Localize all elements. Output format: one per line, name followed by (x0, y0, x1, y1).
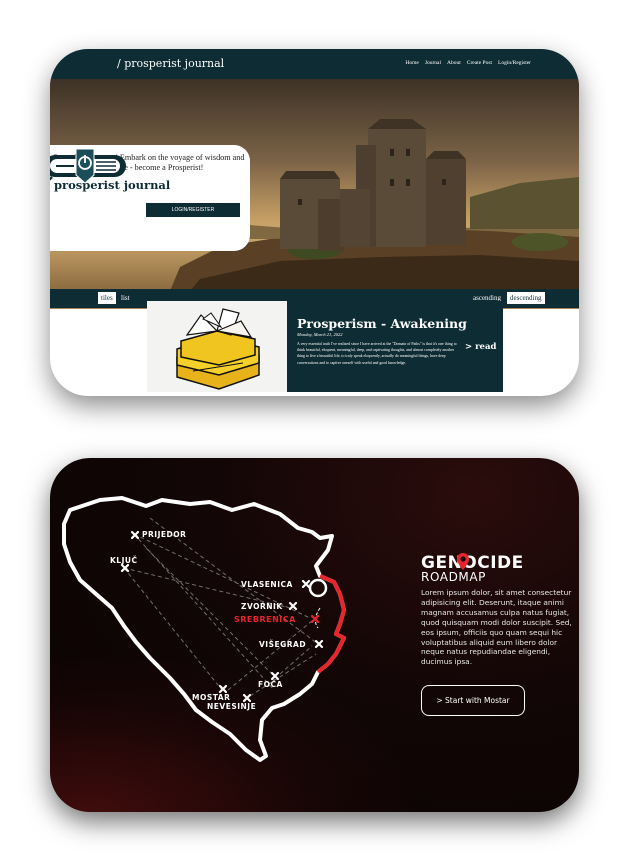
list-view-button[interactable]: list (118, 292, 133, 304)
marker-zvornik-icon (288, 601, 298, 611)
city-vlasenica[interactable]: VLASENICA (241, 580, 293, 589)
roadmap-subtitle: ROADMAP (421, 570, 487, 584)
marker-kljuc-icon (120, 563, 130, 573)
city-visegrad[interactable]: VIŠEGRAD (259, 640, 306, 649)
marker-vlasenica-icon (301, 579, 311, 589)
book-power-logo-icon (50, 148, 126, 184)
marker-nevesinje-icon (242, 693, 252, 703)
prosperist-journal-card: / prosperist journal Home Journal About … (50, 49, 579, 396)
brand-link[interactable]: / prosperist journal (117, 57, 224, 70)
nav-about[interactable]: About (447, 60, 461, 66)
city-mostar[interactable]: MOSTAR (192, 693, 230, 702)
marker-visegrad-icon (314, 639, 324, 649)
post-title[interactable]: Prosperism - Awakening (297, 316, 467, 331)
nav-home[interactable]: Home (405, 60, 418, 66)
location-pin-icon (308, 578, 328, 598)
start-with-mostar-button[interactable]: > Start with Mostar (421, 685, 525, 716)
marker-srebrenica-icon (310, 614, 320, 624)
city-prijedor[interactable]: PRIJEDOR (142, 530, 186, 539)
post-thumbnail (147, 301, 287, 392)
post-date: Monday, March 21, 2022 (297, 332, 343, 337)
eastern-border-highlight (316, 574, 346, 674)
city-zvornik[interactable]: ZVORNIK (241, 602, 283, 611)
intro-card: Peace be upon you! Embark on the voyage … (50, 145, 250, 251)
post-card[interactable]: Prosperism - Awakening Monday, March 21,… (147, 301, 503, 392)
sort-descending-button[interactable]: descending (507, 292, 545, 304)
login-register-button[interactable]: LOGIN/REGISTER (146, 203, 240, 217)
post-excerpt: A very essential truth I've realized sin… (297, 342, 457, 365)
marker-foca-icon (270, 671, 280, 681)
city-foca[interactable]: FOČA (258, 680, 283, 689)
genocide-roadmap-card: PRIJEDOR KLJUČ VLASENICA ZVORNIK SREBREN… (50, 458, 579, 812)
tiles-view-button[interactable]: tiles (98, 292, 116, 304)
top-navbar: / prosperist journal Home Journal About … (50, 49, 579, 79)
read-more-link[interactable]: > read (465, 342, 496, 352)
nav-create-post[interactable]: Create Post (467, 60, 492, 66)
map-pin-icon (457, 553, 469, 570)
roadmap-description: Lorem ipsum dolor, sit amet consectetur … (421, 588, 572, 667)
nav-journal[interactable]: Journal (425, 60, 441, 66)
route-lines (123, 517, 319, 697)
hero-banner: Peace be upon you! Embark on the voyage … (50, 79, 579, 309)
nav-menu: Home Journal About Create Post Login/Reg… (405, 60, 531, 66)
country-outline (62, 496, 346, 762)
book-stack-icon (176, 308, 260, 390)
city-kljuc[interactable]: KLJUČ (110, 556, 137, 565)
city-srebrenica[interactable]: SREBRENICA (234, 615, 296, 624)
nav-login-register[interactable]: Login/Register (498, 60, 531, 66)
city-nevesinje[interactable]: NEVESINJE (207, 702, 256, 711)
